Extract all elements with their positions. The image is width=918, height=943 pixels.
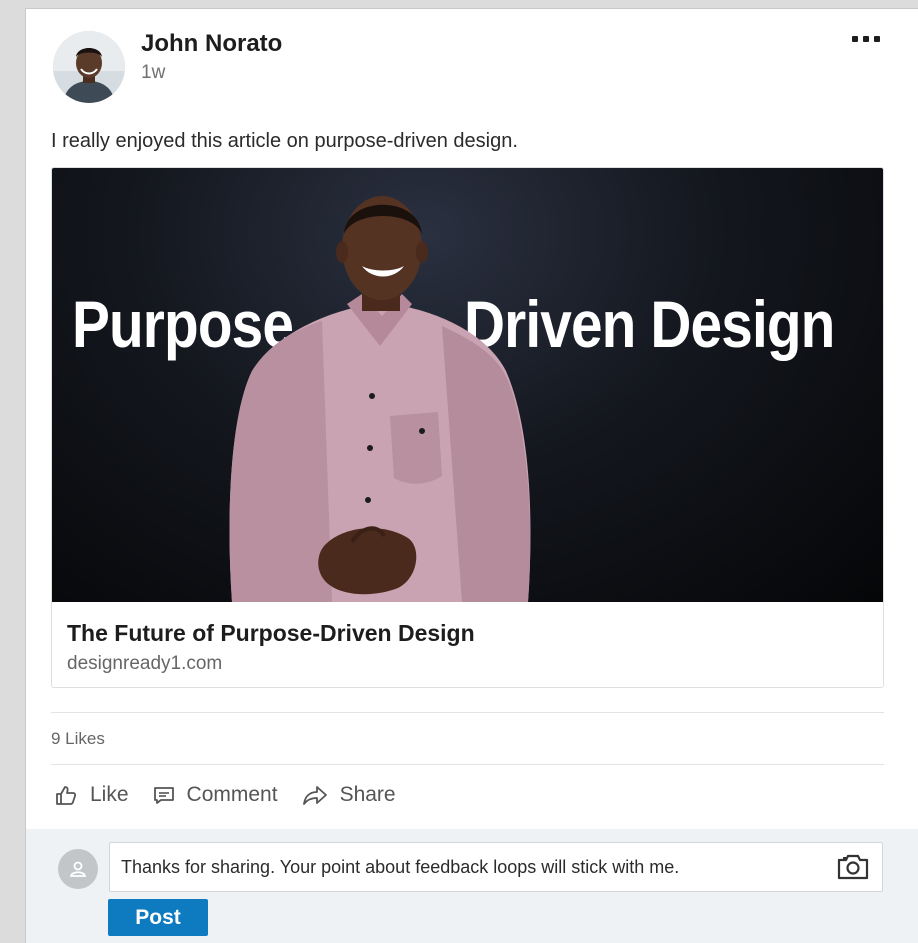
comment-input[interactable] [109,842,883,892]
divider [51,764,884,765]
share-label: Share [339,783,396,806]
post-timestamp: 1w [141,62,166,83]
user-placeholder-icon [69,861,87,877]
article-title[interactable]: The Future of Purpose-Driven Design [67,620,868,647]
author-name[interactable]: John Norato [141,30,282,58]
article-footer: The Future of Purpose-Driven Design desi… [52,602,883,687]
action-bar: Like Comment Share [54,783,396,807]
share-arrow-icon [302,786,327,805]
divider [51,712,884,713]
article-preview[interactable]: Purpose Driven Design The Future of Purp… [51,167,884,688]
like-label: Like [90,783,129,806]
comment-button[interactable]: Comment [153,783,278,807]
more-options-icon[interactable] [852,31,888,47]
comment-label: Comment [186,783,278,806]
comment-composer: Post [26,829,918,943]
thumbs-up-icon [56,786,77,805]
camera-icon[interactable] [836,853,870,881]
post-card: John Norato 1w I really enjoyed this art… [25,8,918,943]
article-domain: designready1.com [67,653,223,674]
likes-count[interactable]: 9 Likes [51,729,105,749]
post-comment-button[interactable]: Post [108,899,208,936]
speaker-illustration [229,196,531,602]
commenter-avatar [58,849,98,889]
post-text: I really enjoyed this article on purpose… [51,130,518,152]
comment-icon [153,787,174,804]
author-avatar[interactable] [53,31,125,103]
article-image: Purpose Driven Design [52,168,883,602]
like-button[interactable]: Like [54,783,129,807]
share-button[interactable]: Share [302,783,396,807]
